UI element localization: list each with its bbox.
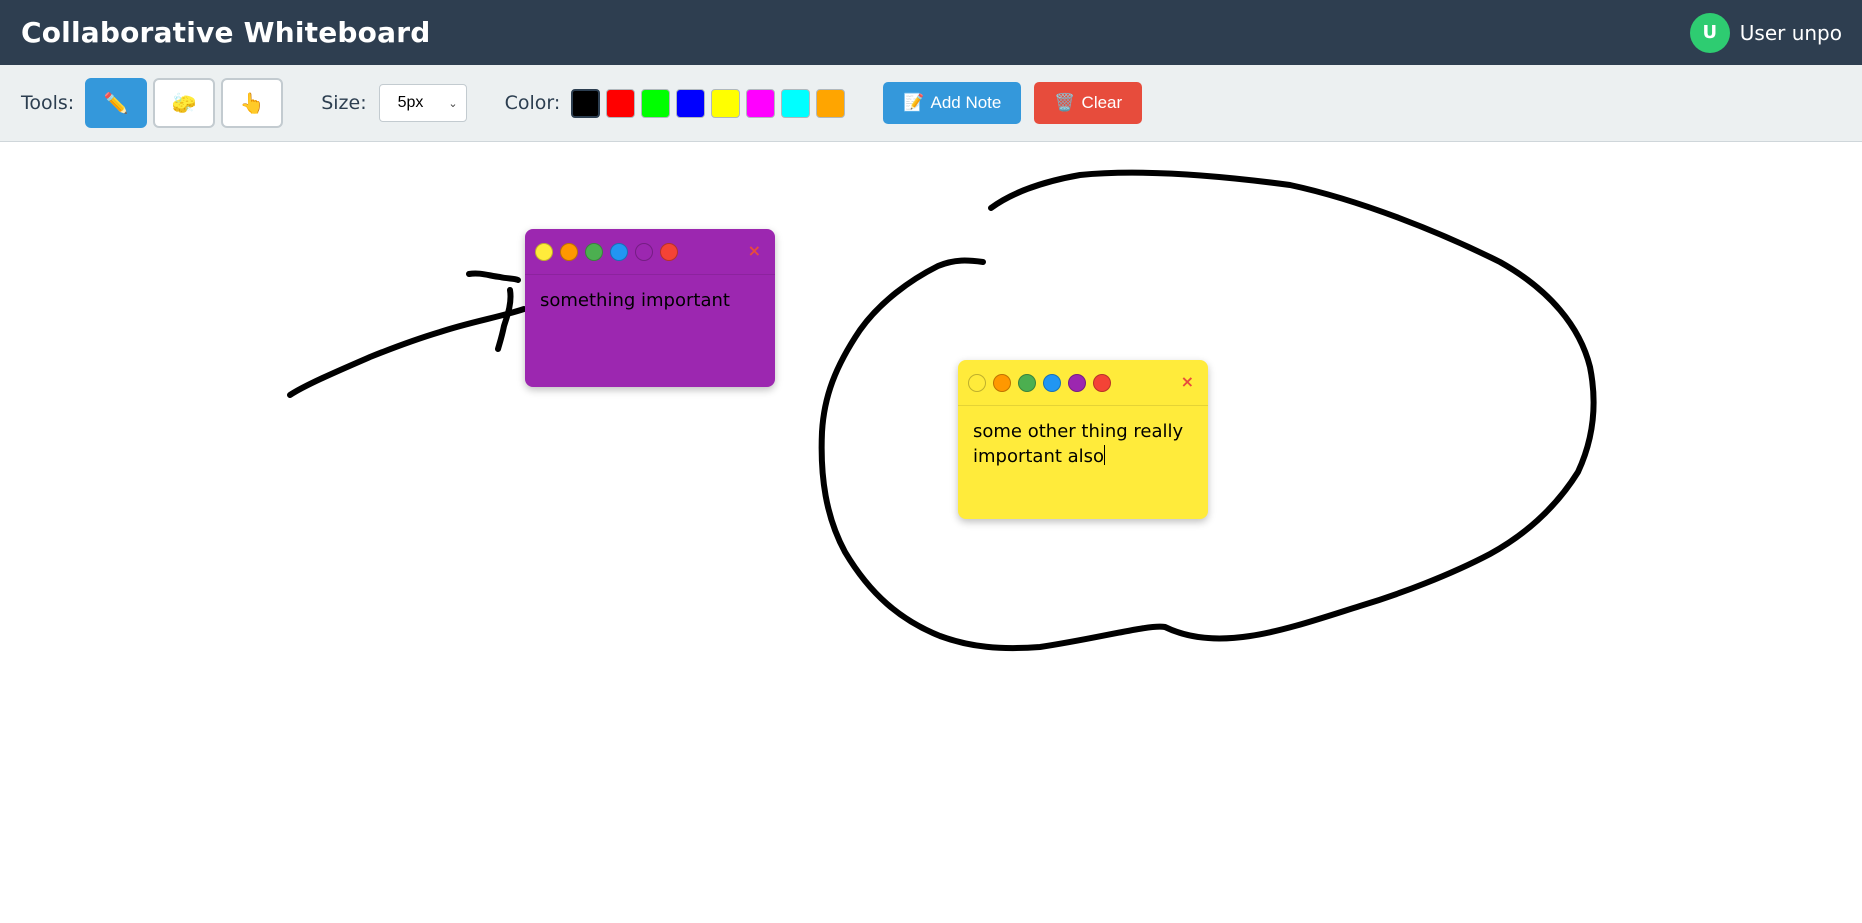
note-color-blue[interactable] (610, 242, 628, 261)
color-swatch-black[interactable] (571, 88, 601, 118)
note-text-line: something important (540, 290, 730, 311)
arrow-shaft-stroke (287, 306, 527, 398)
user-info: U User unpo (1689, 12, 1842, 53)
note-color-green[interactable] (585, 242, 603, 261)
color-swatch-red[interactable] (606, 88, 636, 118)
note-color-red[interactable] (660, 242, 678, 261)
avatar: U (1689, 12, 1730, 53)
color-swatch-magenta[interactable] (746, 88, 776, 118)
pointer-tool-button[interactable]: 👆 (221, 78, 284, 128)
note-text-line: important also (973, 446, 1105, 467)
note-color-purple[interactable] (1068, 373, 1086, 392)
app-header: Collaborative Whiteboard U User unpo (0, 0, 1862, 65)
color-swatch-blue[interactable] (676, 88, 706, 118)
clear-button[interactable]: 🗑️ Clear (1034, 82, 1143, 124)
pencil-icon: ✏️ (103, 91, 129, 115)
color-swatch-orange[interactable] (816, 88, 846, 118)
color-label: Color: (504, 92, 561, 114)
note-color-yellow[interactable] (535, 242, 553, 261)
add-note-label: Add Note (930, 93, 1002, 112)
app-title: Collaborative Whiteboard (21, 16, 431, 49)
note-color-bar: × (525, 229, 775, 275)
color-swatch-yellow[interactable] (711, 88, 741, 118)
close-icon[interactable]: × (748, 241, 761, 260)
color-swatch-green[interactable] (641, 88, 671, 118)
arrow-head-bottom-stroke (495, 287, 514, 352)
eraser-tool-button[interactable]: 🧽 (153, 78, 216, 128)
whiteboard-canvas[interactable]: × something important × some other thing… (0, 142, 1862, 923)
sticky-note-purple[interactable]: × something important (525, 229, 775, 387)
add-note-button[interactable]: 📝 Add Note (883, 82, 1022, 124)
note-color-blue[interactable] (1043, 373, 1061, 392)
size-label: Size: (321, 92, 367, 114)
size-select[interactable]: 5px ⌄ (378, 84, 467, 122)
trash-icon: 🗑️ (1054, 93, 1076, 112)
note-color-green[interactable] (1018, 373, 1036, 392)
drawing-layer (287, 169, 1597, 652)
tools-label: Tools: (21, 92, 75, 114)
note-icon: 📝 (903, 93, 925, 112)
note-text[interactable]: some other thing really important also (958, 406, 1208, 482)
arrow-head-top-stroke (466, 270, 521, 283)
note-color-purple[interactable] (635, 242, 653, 261)
note-text-line: some other thing really (973, 421, 1184, 442)
color-swatch-cyan[interactable] (781, 88, 811, 118)
note-text[interactable]: something important (525, 275, 775, 326)
note-color-orange[interactable] (560, 242, 578, 261)
pointer-icon: 👆 (239, 91, 265, 115)
sticky-note-yellow[interactable]: × some other thing really important also (958, 360, 1208, 519)
note-color-yellow[interactable] (968, 373, 986, 392)
clear-label: Clear (1081, 93, 1123, 112)
note-color-orange[interactable] (993, 373, 1011, 392)
close-icon[interactable]: × (1181, 372, 1194, 391)
text-caret (1104, 445, 1106, 465)
pencil-tool-button[interactable]: ✏️ (85, 78, 148, 128)
note-color-bar: × (958, 360, 1208, 406)
toolbar: Tools: ✏️ 🧽 👆 Size: 5px ⌄ Color: 📝 Add N… (0, 65, 1862, 142)
note-color-red[interactable] (1093, 373, 1111, 392)
user-name: User unpo (1739, 20, 1842, 45)
chevron-down-icon: ⌄ (448, 97, 458, 110)
eraser-icon: 🧽 (171, 91, 197, 115)
size-value: 5px (397, 94, 424, 111)
